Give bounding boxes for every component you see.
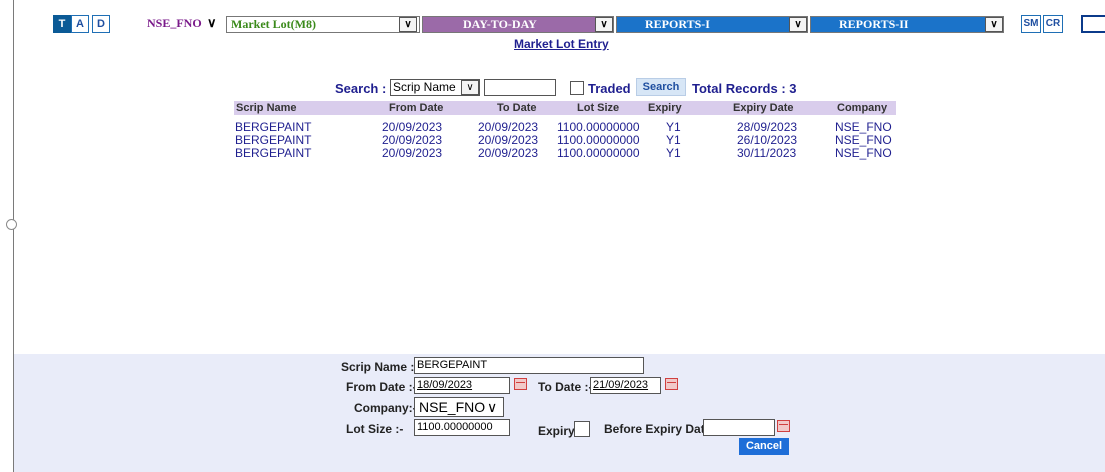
page-title: Market Lot Entry [514, 37, 609, 51]
table-row[interactable]: BERGEPAINT 20/09/2023 20/09/2023 1100.00… [0, 134, 892, 147]
menu-select[interactable]: Market Lot(M8) ∨ [226, 16, 420, 33]
lot-size-input[interactable]: 1100.00000000 [414, 419, 510, 436]
cell-company: NSE_FNO [835, 146, 892, 160]
calendar-icon[interactable] [665, 378, 678, 390]
chevron-down-icon: ∨ [789, 17, 807, 32]
table-row[interactable]: BERGEPAINT 20/09/2023 20/09/2023 1100.00… [0, 121, 892, 134]
column-header-expiry-date: Expiry Date [733, 102, 794, 114]
expiry-checkbox[interactable] [574, 421, 590, 437]
cell-from-date: 20/09/2023 [382, 146, 443, 160]
column-header-from-date: From Date [389, 102, 444, 114]
chevron-down-icon: ∨ [461, 80, 479, 95]
search-input[interactable] [484, 79, 556, 96]
cell-to-date: 20/09/2023 [478, 146, 539, 160]
traded-label: Traded [588, 81, 631, 96]
toolbar-button-d[interactable]: D [92, 15, 110, 33]
column-header-to-date: To Date [497, 102, 537, 114]
day-to-day-select[interactable]: DAY-TO-DAY ∨ [422, 16, 614, 33]
chevron-down-icon: ∨ [595, 17, 613, 32]
calendar-icon[interactable] [514, 378, 527, 390]
before-expiry-label: Before Expiry Date [604, 422, 712, 436]
company-label: Company:- [354, 401, 417, 415]
cell-expiry-date: 30/11/2023 [737, 146, 797, 160]
resize-handle[interactable] [6, 219, 17, 230]
reports-2-select[interactable]: REPORTS-II ∨ [810, 16, 1004, 33]
toolbar-button-sm[interactable]: SM [1021, 15, 1041, 33]
from-date-label: From Date :- [346, 380, 417, 394]
table-header [234, 101, 896, 115]
company-select[interactable]: NSE_FNO ∨ [414, 397, 504, 417]
chevron-down-icon: ∨ [487, 399, 498, 415]
search-label: Search : [335, 81, 387, 96]
column-header-lot-size: Lot Size [577, 102, 620, 114]
toolbar-button-t[interactable]: T [53, 15, 71, 33]
search-field-select[interactable]: Scrip Name ∨ [390, 79, 480, 96]
scrip-name-label: Scrip Name :- [341, 360, 419, 374]
chevron-down-icon: ∨ [207, 16, 217, 30]
cell-lot-size: 1100.00000000 [557, 146, 640, 160]
column-header-expiry: Expiry [648, 102, 682, 114]
search-button[interactable]: Search [636, 78, 686, 96]
table-row[interactable]: BERGEPAINT 20/09/2023 20/09/2023 1100.00… [0, 147, 892, 160]
toolbar-button-cr[interactable]: CR [1043, 15, 1063, 33]
column-header-company: Company [837, 102, 888, 114]
calendar-icon[interactable] [777, 420, 790, 432]
from-date-input[interactable]: 18/09/2023 [414, 377, 510, 394]
total-records: Total Records : 3 [692, 81, 797, 96]
expiry-label: Expiry [538, 424, 575, 438]
cancel-button[interactable]: Cancel [739, 438, 789, 455]
chevron-down-icon: ∨ [399, 17, 417, 32]
scrip-name-input[interactable]: BERGEPAINT [414, 357, 644, 374]
before-expiry-input[interactable] [703, 419, 775, 436]
to-date-input[interactable]: 21/09/2023 [590, 377, 661, 394]
exchange-select[interactable]: NSE_FNO ∨ [143, 16, 225, 33]
toolbar-box[interactable] [1081, 15, 1105, 33]
cell-scrip-name: BERGEPAINT [235, 146, 312, 160]
traded-checkbox[interactable] [570, 81, 584, 95]
reports-1-select[interactable]: REPORTS-I ∨ [616, 16, 808, 33]
to-date-label: To Date :- [538, 380, 593, 394]
cell-expiry: Y1 [666, 146, 681, 160]
column-header-scrip-name: Scrip Name [236, 102, 297, 114]
lot-size-label: Lot Size :- [346, 422, 404, 436]
chevron-down-icon: ∨ [985, 17, 1003, 32]
toolbar-button-a[interactable]: A [71, 15, 89, 33]
